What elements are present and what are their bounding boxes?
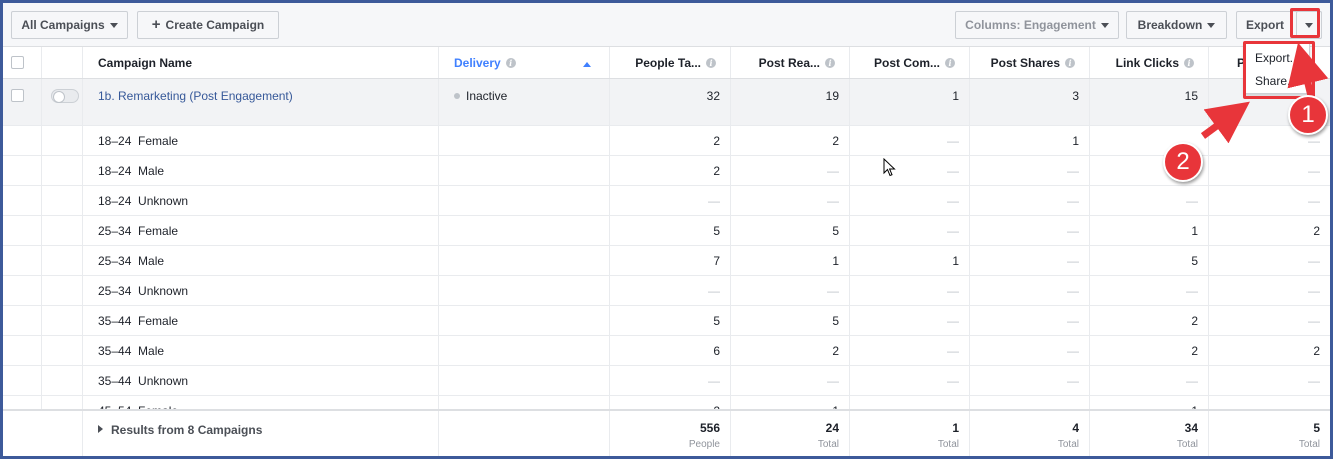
ads-manager-window: All Campaigns + Create Campaign Columns:… — [0, 0, 1333, 459]
annotation-arrows — [1200, 42, 1329, 144]
step-2-badge: 2 — [1163, 142, 1203, 182]
step-1-badge: 1 — [1288, 95, 1328, 135]
step-1-label: 1 — [1301, 101, 1315, 128]
arrow-to-export-toggle — [1287, 42, 1329, 97]
step-2-label: 2 — [1176, 148, 1190, 175]
arrow-to-export-menu — [1200, 101, 1250, 144]
